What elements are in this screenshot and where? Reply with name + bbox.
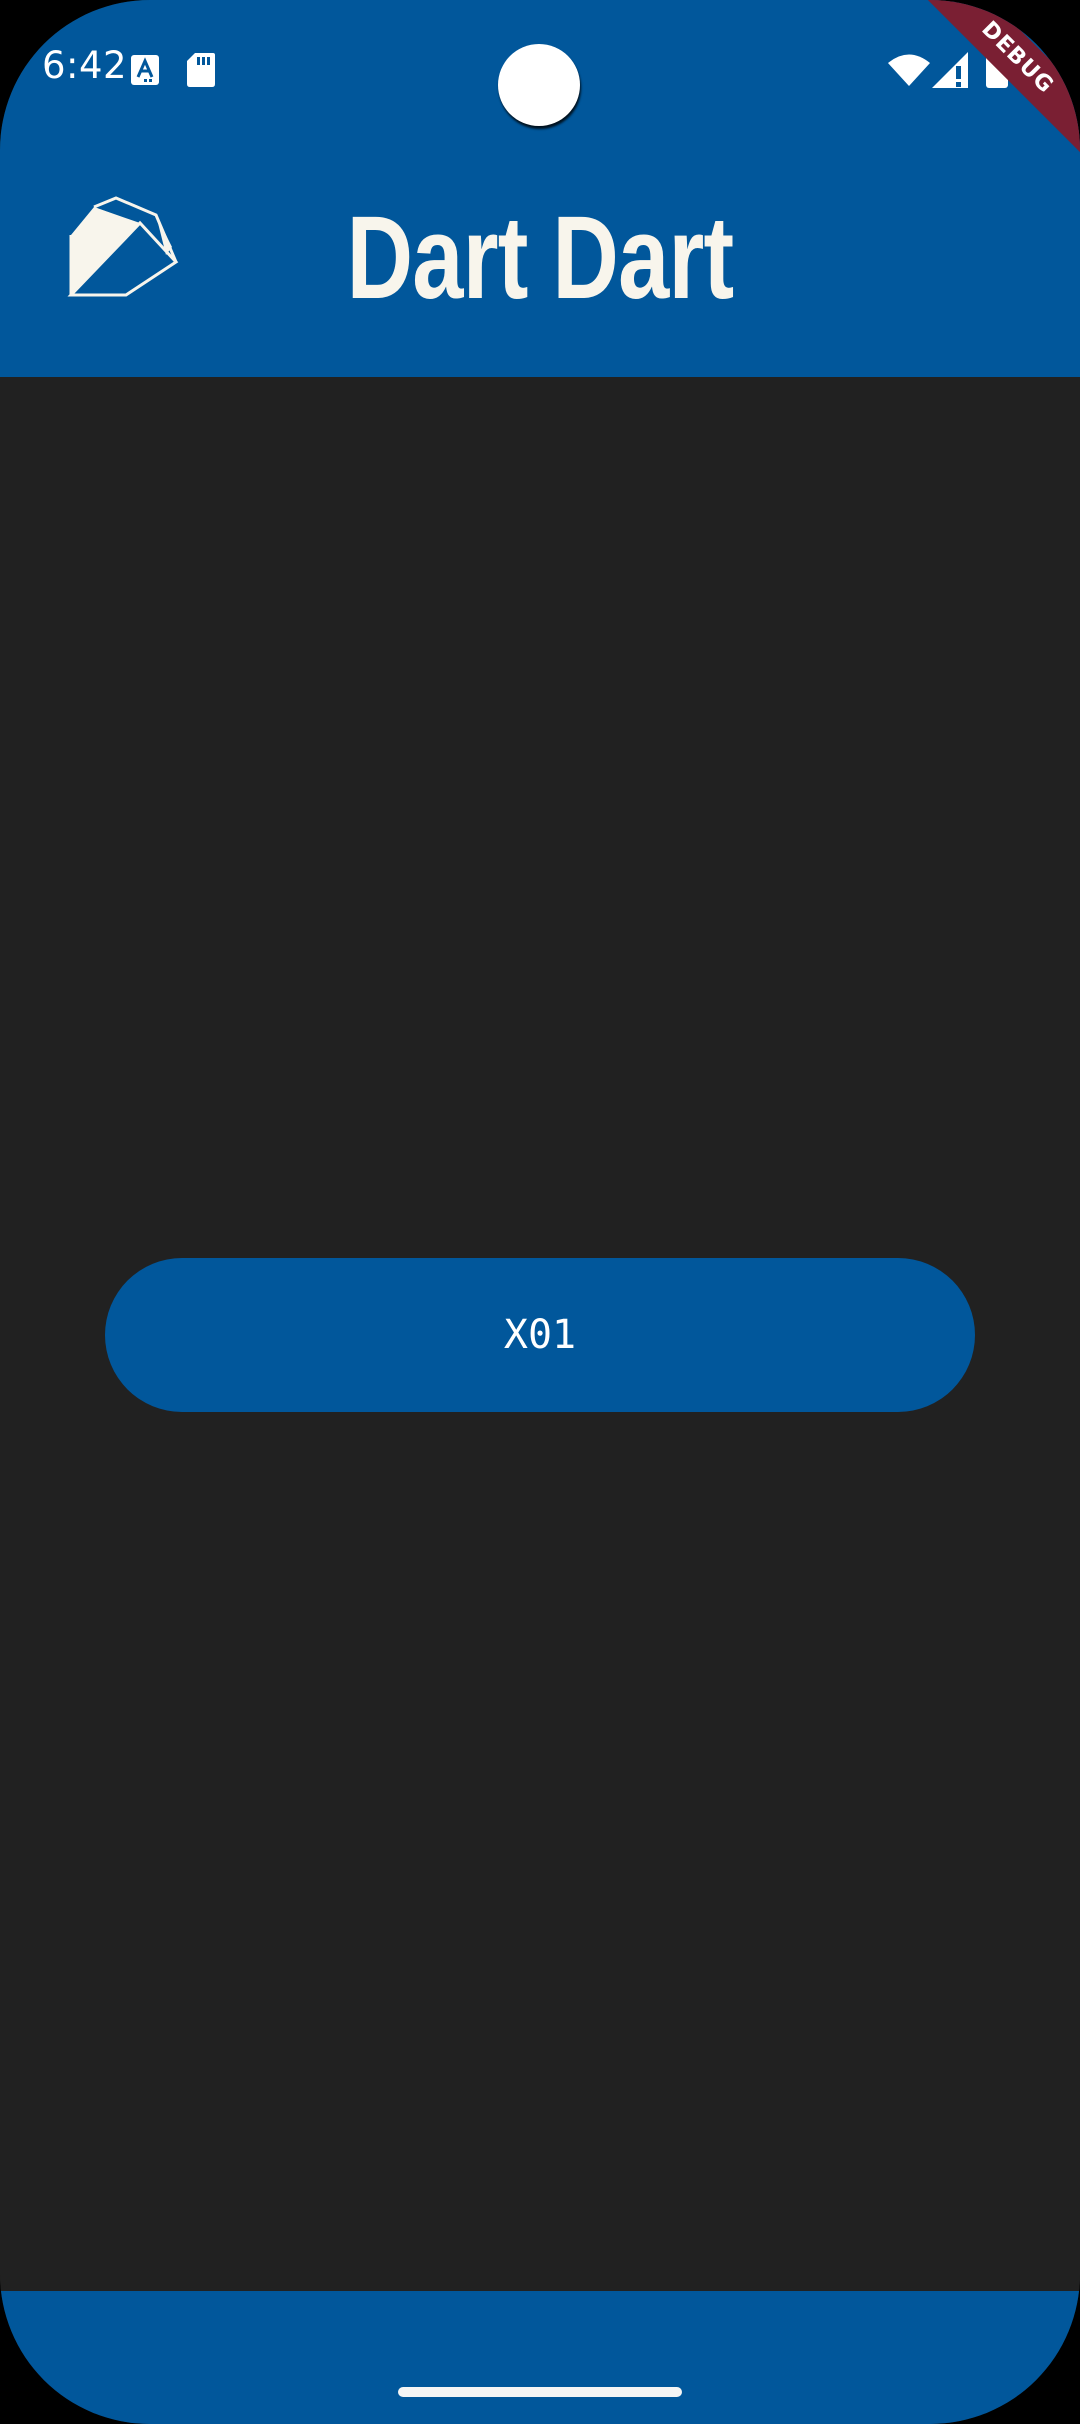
top-bar: 6:42 DEBUG Dart Dart bbox=[0, 0, 1080, 377]
app-title: Dart Dart bbox=[346, 192, 735, 324]
phone-screen: 6:42 DEBUG Dart Dart X01 bbox=[0, 0, 1080, 2424]
x01-button[interactable]: X01 bbox=[105, 1258, 975, 1412]
navigation-bar bbox=[0, 2291, 1080, 2424]
home-indicator[interactable] bbox=[398, 2387, 682, 2397]
accessibility-a-icon bbox=[131, 55, 159, 85]
main-content: X01 bbox=[0, 377, 1080, 2291]
status-bar: 6:42 DEBUG bbox=[0, 0, 1080, 162]
cell-signal-icon bbox=[932, 52, 968, 88]
wifi-icon bbox=[888, 54, 930, 86]
app-bar: Dart Dart bbox=[0, 140, 1080, 377]
front-camera bbox=[498, 44, 580, 126]
sd-card-icon bbox=[187, 53, 215, 87]
status-time: 6:42 bbox=[42, 44, 128, 87]
